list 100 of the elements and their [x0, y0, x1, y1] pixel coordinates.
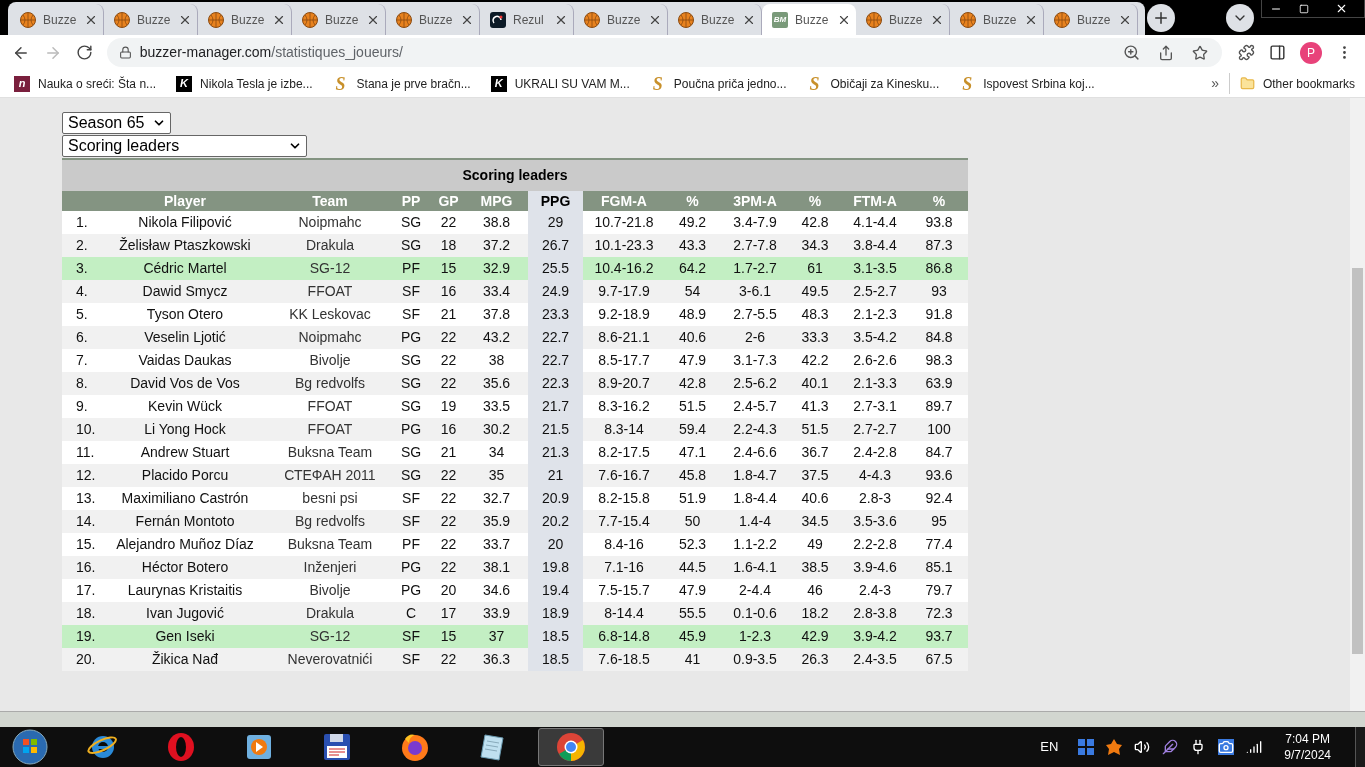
- site-logo-icon: S: [959, 74, 976, 93]
- bookmark-item[interactable]: S Ispovest Srbina koj...: [959, 74, 1109, 93]
- table-cell-text: 55.5: [677, 604, 708, 623]
- share-icon[interactable]: [1158, 44, 1175, 61]
- table-cell: 21.5: [528, 418, 583, 441]
- table-cell-text: 93.8: [924, 213, 954, 232]
- column-header: Team: [311, 191, 349, 211]
- table-cell-text: 22: [439, 374, 458, 393]
- table-cell-text: 41: [683, 650, 702, 669]
- table-cell-text: 38.8: [481, 213, 512, 232]
- profile-avatar[interactable]: P: [1300, 41, 1323, 64]
- table-cell-text: Buksna Team: [286, 535, 374, 554]
- table-cell-text: 22: [439, 213, 458, 232]
- address-bar[interactable]: buzzer-manager.com/statistiques_joueurs/: [106, 38, 1223, 67]
- table-cell-text: 22: [439, 351, 458, 370]
- table-cell-text: 49: [806, 535, 824, 554]
- table-cell: 19.8: [528, 556, 583, 579]
- taskbar-app-button[interactable]: [538, 728, 604, 766]
- rank-cell-text: 18.: [75, 604, 97, 623]
- table-cell-text: 34.3: [800, 236, 830, 255]
- table-cell-text: 36.7: [800, 443, 830, 462]
- tab-title: Buzze: [889, 11, 923, 29]
- tab-title: Buzze: [607, 11, 641, 29]
- table-cell-text: Noipmahc: [297, 328, 363, 347]
- table-cell-text: 2.4-3.5: [852, 650, 898, 669]
- table-cell-text: 2.2-4.3: [732, 420, 778, 439]
- table-cell-text: 40.1: [800, 374, 830, 393]
- extensions-icon[interactable]: [1238, 44, 1256, 61]
- scrollbar-thumb[interactable]: [1352, 268, 1363, 654]
- table-cell-text: 18: [439, 236, 458, 255]
- table-cell-text: Laurynas Kristaitis: [126, 581, 244, 600]
- table-cell-text: 20: [439, 581, 458, 600]
- clock[interactable]: 7:04 PM 9/7/2024: [1284, 731, 1331, 763]
- grid-icon[interactable]: [1078, 739, 1095, 755]
- table-cell-text: 6.8-14.8: [597, 627, 651, 646]
- table-cell-text: 7.7-15.4: [597, 512, 651, 531]
- column-header: Player: [162, 191, 207, 211]
- table-cell-text: 34.6: [481, 581, 512, 600]
- other-bookmarks-link[interactable]: Other bookmarks: [1262, 74, 1355, 93]
- table-cell: 22.7: [528, 349, 583, 372]
- table-cell-text: 43.2: [481, 328, 512, 347]
- table-cell-text: 85.1: [924, 558, 954, 577]
- table-cell-text: SF: [401, 282, 421, 301]
- table-cell-text: 51.5: [800, 420, 830, 439]
- rank-cell-text: 8.: [75, 374, 89, 393]
- table-cell-text: FFOAT: [306, 420, 354, 439]
- volume-icon[interactable]: [1134, 739, 1151, 755]
- table-cell-text: 1.8-4.4: [732, 489, 778, 508]
- table-cell-text: 37.2: [481, 236, 512, 255]
- table-cell-text: 92.4: [924, 489, 954, 508]
- table-cell-text: 84.7: [924, 443, 954, 462]
- language-indicator[interactable]: EN: [1040, 737, 1059, 757]
- horizontal-scrollbar[interactable]: [0, 711, 1365, 727]
- bookmark-star-icon[interactable]: [1192, 44, 1209, 61]
- table-cell-text: 59.4: [677, 420, 708, 439]
- table-cell-text: 95: [930, 512, 948, 531]
- basketball-icon: [1054, 11, 1070, 28]
- more-bookmarks-button[interactable]: »: [1211, 73, 1230, 94]
- new-tab-button[interactable]: [1147, 3, 1175, 32]
- table-cell-text: 2.1-2.3: [852, 305, 898, 324]
- bookmark-item[interactable]: n Nauka o sreći: Šta n...: [14, 74, 171, 93]
- table-cell-text: 2.4-3: [858, 581, 892, 600]
- bookmark-item[interactable]: S Poučna priča jedno...: [649, 74, 801, 93]
- folder-icon: [1239, 76, 1255, 91]
- tab-search-button[interactable]: [1226, 3, 1254, 32]
- season-select[interactable]: Season 65: [62, 112, 171, 134]
- table-cell-text: 34: [487, 443, 506, 462]
- camera-icon[interactable]: [1218, 739, 1235, 755]
- table-cell-text: 22: [439, 650, 458, 669]
- feather-icon[interactable]: [1162, 739, 1179, 755]
- zoom-icon[interactable]: [1123, 44, 1141, 61]
- table-cell-text: 37: [487, 627, 506, 646]
- bookmark-item[interactable]: K UKRALI SU VAM M...: [490, 74, 644, 93]
- bookmark-item[interactable]: S Običaji za Kinesku...: [806, 74, 954, 93]
- scrollbar[interactable]: [1350, 98, 1365, 711]
- table-cell-text: 2-6: [743, 328, 767, 347]
- category-select[interactable]: Scoring leaders: [62, 135, 307, 157]
- table-cell-text: 30.2: [481, 420, 512, 439]
- bookmark-item[interactable]: S Stana je prve bračn...: [332, 74, 485, 93]
- signal-icon[interactable]: [1246, 739, 1263, 755]
- table-cell-text: SF: [401, 489, 421, 508]
- rank-cell-text: 7.: [75, 351, 89, 370]
- table-cell-text: 7.5-15.7: [597, 581, 651, 600]
- table-cell-text: 63.9: [924, 374, 954, 393]
- table-cell-text: 17: [439, 604, 458, 623]
- table-cell-text: 8.3-16.2: [597, 397, 651, 416]
- browser-tab[interactable]: BM Buzze: [762, 4, 856, 35]
- table-cell-text: 33.4: [481, 282, 512, 301]
- table-cell-text: 16: [439, 282, 458, 301]
- bookmark-item[interactable]: K Nikola Tesla je izbe...: [176, 74, 327, 93]
- table-cell: 21.7: [528, 395, 583, 418]
- reload-icon[interactable]: [75, 44, 93, 61]
- table-cell-text: 41.3: [800, 397, 830, 416]
- table-cell-text: 2.4-2.8: [852, 443, 898, 462]
- table-cell-text: 51.9: [677, 489, 708, 508]
- table-cell-text: 22: [439, 535, 458, 554]
- table-cell-text: 87.3: [924, 236, 954, 255]
- basketball-icon: [396, 11, 412, 28]
- table-cell-text: 49.2: [677, 213, 708, 232]
- side-panel-icon[interactable]: [1269, 44, 1287, 61]
